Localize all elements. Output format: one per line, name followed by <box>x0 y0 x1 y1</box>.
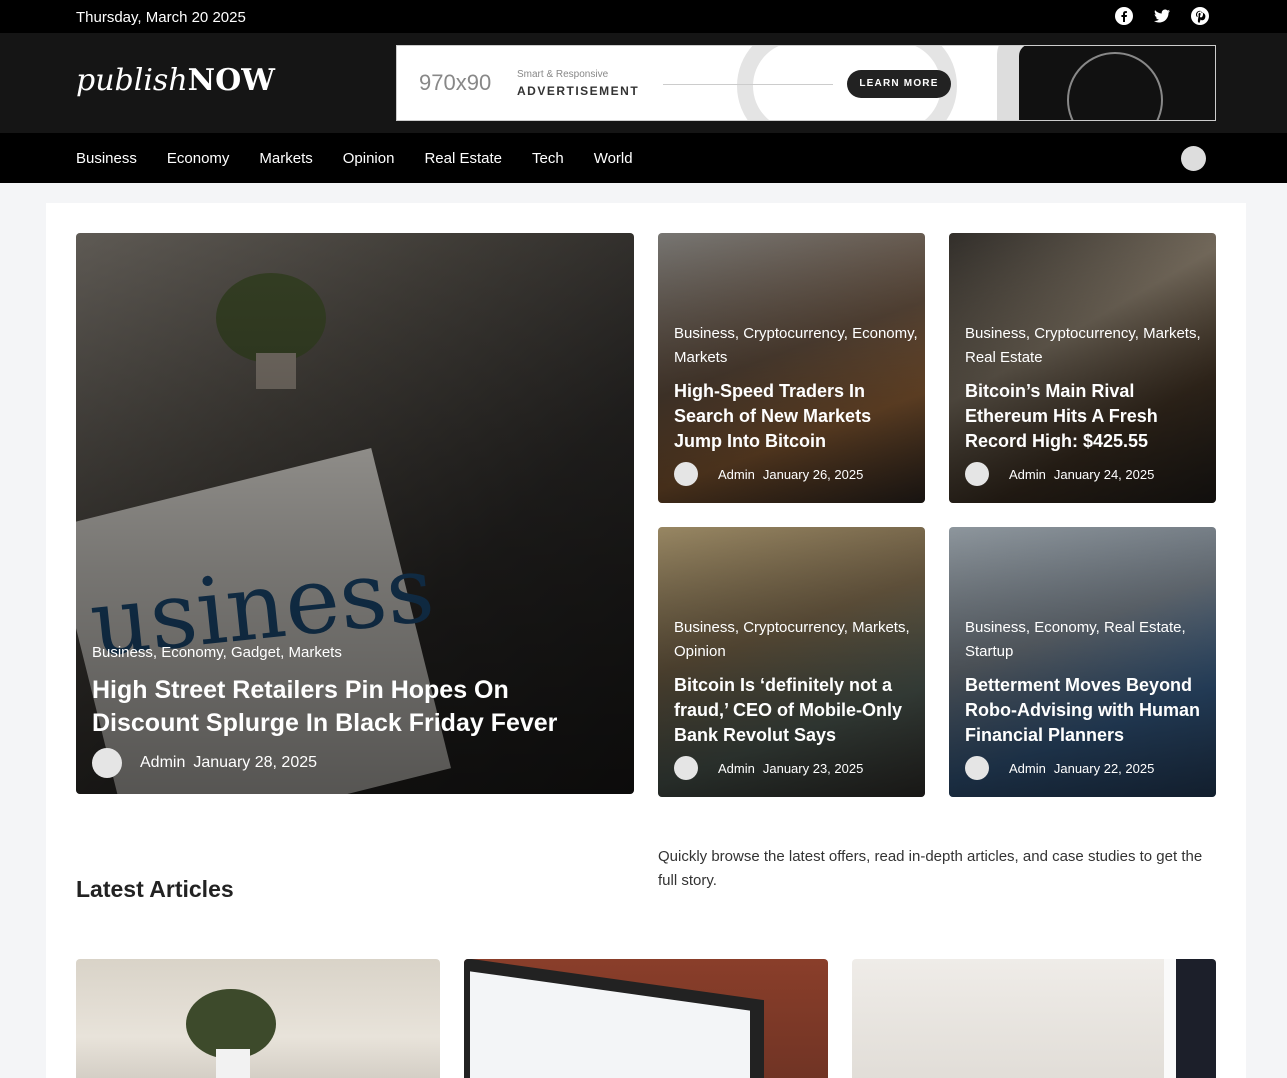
card-categories[interactable]: Business, Economy, Real Estate, Startup <box>965 616 1210 664</box>
nav-item-opinion[interactable]: Opinion <box>343 150 395 167</box>
suit-image <box>1176 959 1216 1078</box>
social-links <box>1115 7 1209 25</box>
author-avatar <box>674 756 698 780</box>
card-categories[interactable]: Business, Cryptocurrency, Economy, Marke… <box>674 322 919 370</box>
nav-menu: Business Economy Markets Opinion Real Es… <box>76 150 633 167</box>
latest-article-thumbnail[interactable] <box>852 959 1216 1078</box>
card-meta: Admin January 23, 2025 <box>674 756 863 780</box>
card-title[interactable]: Bitcoin’s Main Rival Ethereum Hits A Fre… <box>965 379 1210 454</box>
author-avatar <box>92 748 122 778</box>
card-author[interactable]: Admin <box>718 467 755 482</box>
card-title[interactable]: Betterment Moves Beyond Robo-Advising wi… <box>965 673 1210 748</box>
ad-subtitle: Smart & Responsive <box>517 69 609 80</box>
card-date[interactable]: January 26, 2025 <box>763 467 863 482</box>
card-meta: Admin January 28, 2025 <box>92 748 317 778</box>
featured-side-card[interactable]: Business, Cryptocurrency, Markets, Real … <box>949 233 1216 503</box>
card-title[interactable]: High-Speed Traders In Search of New Mark… <box>674 379 919 454</box>
pinterest-icon[interactable] <box>1191 7 1209 25</box>
site-logo[interactable]: publishNOW <box>76 63 275 98</box>
twitter-icon[interactable] <box>1153 7 1171 25</box>
logo-text-publish: publish <box>76 63 188 98</box>
nav-item-real-estate[interactable]: Real Estate <box>424 150 502 167</box>
nav-item-markets[interactable]: Markets <box>259 150 312 167</box>
card-categories[interactable]: Business, Cryptocurrency, Markets, Real … <box>965 322 1210 370</box>
author-avatar <box>965 462 989 486</box>
card-title[interactable]: High Street Retailers Pin Hopes On Disco… <box>92 674 612 740</box>
card-author[interactable]: Admin <box>1009 467 1046 482</box>
card-author[interactable]: Admin <box>140 754 185 772</box>
main-navigation: Business Economy Markets Opinion Real Es… <box>0 133 1287 183</box>
latest-article-thumbnail[interactable] <box>464 959 828 1078</box>
nav-item-business[interactable]: Business <box>76 150 137 167</box>
card-categories[interactable]: Business, Economy, Gadget, Markets <box>92 641 342 665</box>
ad-learn-more-button[interactable]: LEARN MORE <box>847 70 951 98</box>
current-date: Thursday, March 20 2025 <box>76 9 246 26</box>
pot-image <box>216 1049 250 1078</box>
ad-divider <box>663 84 833 85</box>
card-title[interactable]: Bitcoin Is ‘definitely not a fraud,’ CEO… <box>674 673 919 748</box>
top-bar: Thursday, March 20 2025 <box>0 0 1287 33</box>
content-area: usiness Business, Economy, Gadget, Marke… <box>46 203 1246 1078</box>
latest-articles-heading: Latest Articles <box>76 876 234 902</box>
latest-article-thumbnail[interactable] <box>76 959 440 1078</box>
card-categories[interactable]: Business, Cryptocurrency, Markets, Opini… <box>674 616 919 664</box>
card-meta: Admin January 22, 2025 <box>965 756 1154 780</box>
nav-item-world[interactable]: World <box>594 150 633 167</box>
card-author[interactable]: Admin <box>718 761 755 776</box>
facebook-icon[interactable] <box>1115 7 1133 25</box>
nav-item-economy[interactable]: Economy <box>167 150 230 167</box>
featured-side-card[interactable]: Business, Cryptocurrency, Economy, Marke… <box>658 233 925 503</box>
featured-side-card[interactable]: Business, Cryptocurrency, Markets, Opini… <box>658 527 925 797</box>
card-date[interactable]: January 22, 2025 <box>1054 761 1154 776</box>
latest-articles-description: Quickly browse the latest offers, read i… <box>658 848 1203 889</box>
featured-side-card[interactable]: Business, Economy, Real Estate, Startup … <box>949 527 1216 797</box>
ad-size: 970x90 <box>419 70 492 95</box>
author-avatar <box>965 756 989 780</box>
user-avatar-icon[interactable] <box>1181 146 1206 171</box>
site-header: publishNOW 970x90 Smart & Responsive ADV… <box>0 33 1287 133</box>
card-date[interactable]: January 23, 2025 <box>763 761 863 776</box>
featured-main-card[interactable]: usiness Business, Economy, Gadget, Marke… <box>76 233 634 794</box>
card-date[interactable]: January 24, 2025 <box>1054 467 1154 482</box>
card-date[interactable]: January 28, 2025 <box>193 754 317 772</box>
card-meta: Admin January 26, 2025 <box>674 462 863 486</box>
ad-title: ADVERTISEMENT <box>517 84 640 98</box>
logo-text-now: NOW <box>187 63 275 98</box>
author-avatar <box>674 462 698 486</box>
nav-item-tech[interactable]: Tech <box>532 150 564 167</box>
card-author[interactable]: Admin <box>1009 761 1046 776</box>
advertisement-banner[interactable]: 970x90 Smart & Responsive ADVERTISEMENT … <box>396 45 1216 121</box>
card-meta: Admin January 24, 2025 <box>965 462 1154 486</box>
